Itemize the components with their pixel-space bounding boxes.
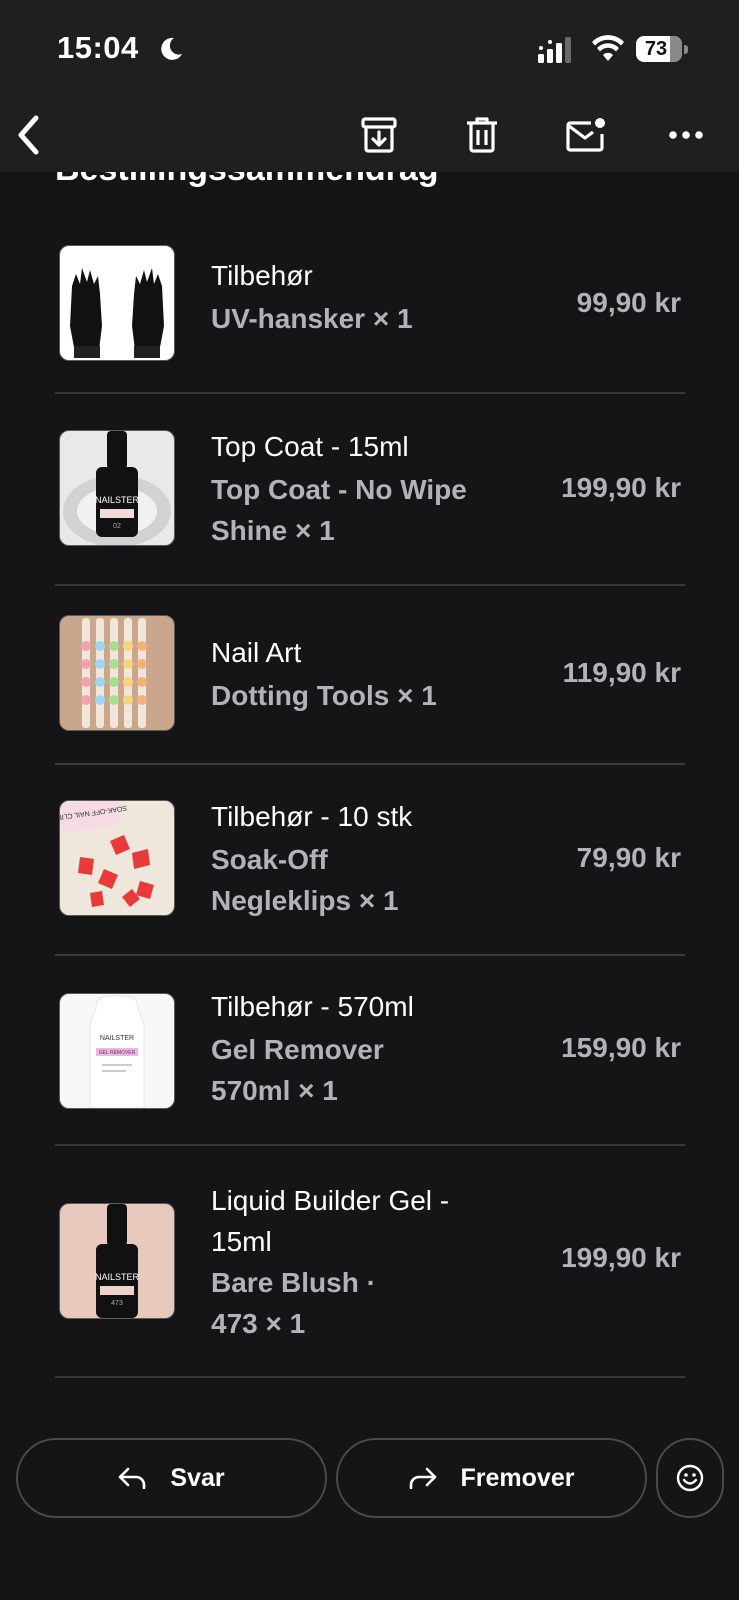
reply-arrow-icon [119, 1467, 146, 1489]
bottle-brand: NAILSTER [95, 495, 140, 505]
product-image-top-coat: NAILSTER 02 [59, 430, 175, 546]
order-item: NAILSTER 473 Liquid Builder Gel - 15ml B… [55, 1185, 685, 1339]
builder-bottle-image: NAILSTER 473 [95, 1204, 140, 1318]
product-image-dotting-tools [59, 615, 175, 731]
item-variant: Soak-Off Negleklips × 1 [211, 844, 399, 916]
item-title: Tilbehør - 570ml [211, 991, 414, 1022]
item-price: 159,90 kr [561, 1032, 681, 1063]
item-variant: Dotting Tools × 1 [211, 680, 437, 711]
bottle-number: 02 [113, 523, 121, 530]
battery-level: 73 [644, 38, 668, 60]
item-price: 119,90 kr [562, 657, 681, 688]
item-divider [55, 584, 685, 586]
item-title: Tilbehør - 10 stk [211, 801, 413, 832]
builder-brand: NAILSTER [95, 1272, 140, 1282]
battery-indicator: 73 [636, 36, 688, 62]
battery-nub [684, 45, 688, 54]
clips-image: SOAK-OFF NAIL CLIPS [60, 801, 154, 907]
order-item: NAILSTER 02 Top Coat - 15ml Top Coat - N… [55, 430, 685, 550]
forward-label: Fremover [460, 1463, 575, 1492]
delete-button[interactable] [457, 110, 507, 160]
item-variant: UV-hansker × 1 [211, 303, 413, 334]
item-price: 199,90 kr [561, 472, 681, 503]
item-price: 79,90 kr [576, 842, 681, 873]
wifi-icon [592, 35, 624, 61]
order-item: SOAK-OFF NAIL CLIPS Tilbehør - 10 stk So… [55, 800, 685, 920]
mail-unread-icon [566, 118, 605, 152]
product-image-soak-off-clips: SOAK-OFF NAIL CLIPS [59, 800, 175, 916]
product-image-builder-gel: NAILSTER 473 [59, 1203, 175, 1319]
bottle-image: NAILSTER 02 [63, 431, 171, 545]
product-image-gel-remover: NAILSTER GEL REMOVER [59, 993, 175, 1109]
remover-bottle-image: NAILSTER GEL REMOVER [89, 995, 145, 1108]
more-horizontal-icon [669, 131, 703, 139]
item-divider [55, 1376, 685, 1378]
order-item: NAILSTER GEL REMOVER Tilbehør - 570ml Ge… [55, 990, 685, 1110]
item-divider [55, 392, 685, 394]
back-button[interactable] [4, 110, 54, 160]
moon-icon [161, 37, 182, 60]
reply-label: Svar [170, 1463, 225, 1492]
builder-number: 473 [111, 1300, 123, 1307]
smiley-icon [676, 1464, 704, 1492]
remover-label: GEL REMOVER [99, 1050, 136, 1056]
product-image-uv-gloves [59, 245, 175, 361]
reaction-button[interactable] [656, 1438, 724, 1518]
order-item: Nail Art Dotting Tools × 1 119,90 kr [55, 615, 685, 735]
archive-button[interactable] [354, 110, 404, 160]
item-divider [55, 763, 685, 765]
mail-toolbar [0, 100, 739, 172]
item-title: Liquid Builder Gel - 15ml [211, 1185, 450, 1257]
forward-arrow-icon [409, 1467, 436, 1489]
status-time: 15:04 [57, 30, 139, 65]
item-variant: Gel Remover 570ml × 1 [211, 1034, 384, 1106]
more-options-button[interactable] [661, 110, 711, 160]
item-divider [55, 1144, 685, 1146]
item-divider [55, 954, 685, 956]
remover-brand: NAILSTER [100, 1035, 134, 1042]
trash-icon [467, 117, 497, 153]
mark-unread-button[interactable] [561, 110, 611, 160]
item-price: 99,90 kr [576, 287, 681, 318]
item-title: Top Coat - 15ml [211, 431, 409, 462]
item-variant: Top Coat - No Wipe Shine × 1 [211, 474, 467, 546]
reply-button[interactable]: Svar [16, 1438, 327, 1518]
item-variant: Bare Blush · 473 × 1 [211, 1267, 376, 1339]
item-title: Tilbehør [211, 260, 313, 291]
item-title: Nail Art [211, 637, 302, 668]
item-price: 199,90 kr [561, 1242, 681, 1273]
dotting-tools-image [81, 618, 147, 728]
forward-button[interactable]: Fremover [336, 1438, 647, 1518]
status-bar: 15:04 73 [0, 0, 739, 100]
chevron-left-icon [18, 115, 39, 155]
order-item: Tilbehør UV-hansker × 1 99,90 kr [55, 245, 685, 365]
gloves-image [70, 268, 164, 358]
archive-icon [361, 117, 397, 153]
cellular-signal-icon [538, 37, 571, 63]
